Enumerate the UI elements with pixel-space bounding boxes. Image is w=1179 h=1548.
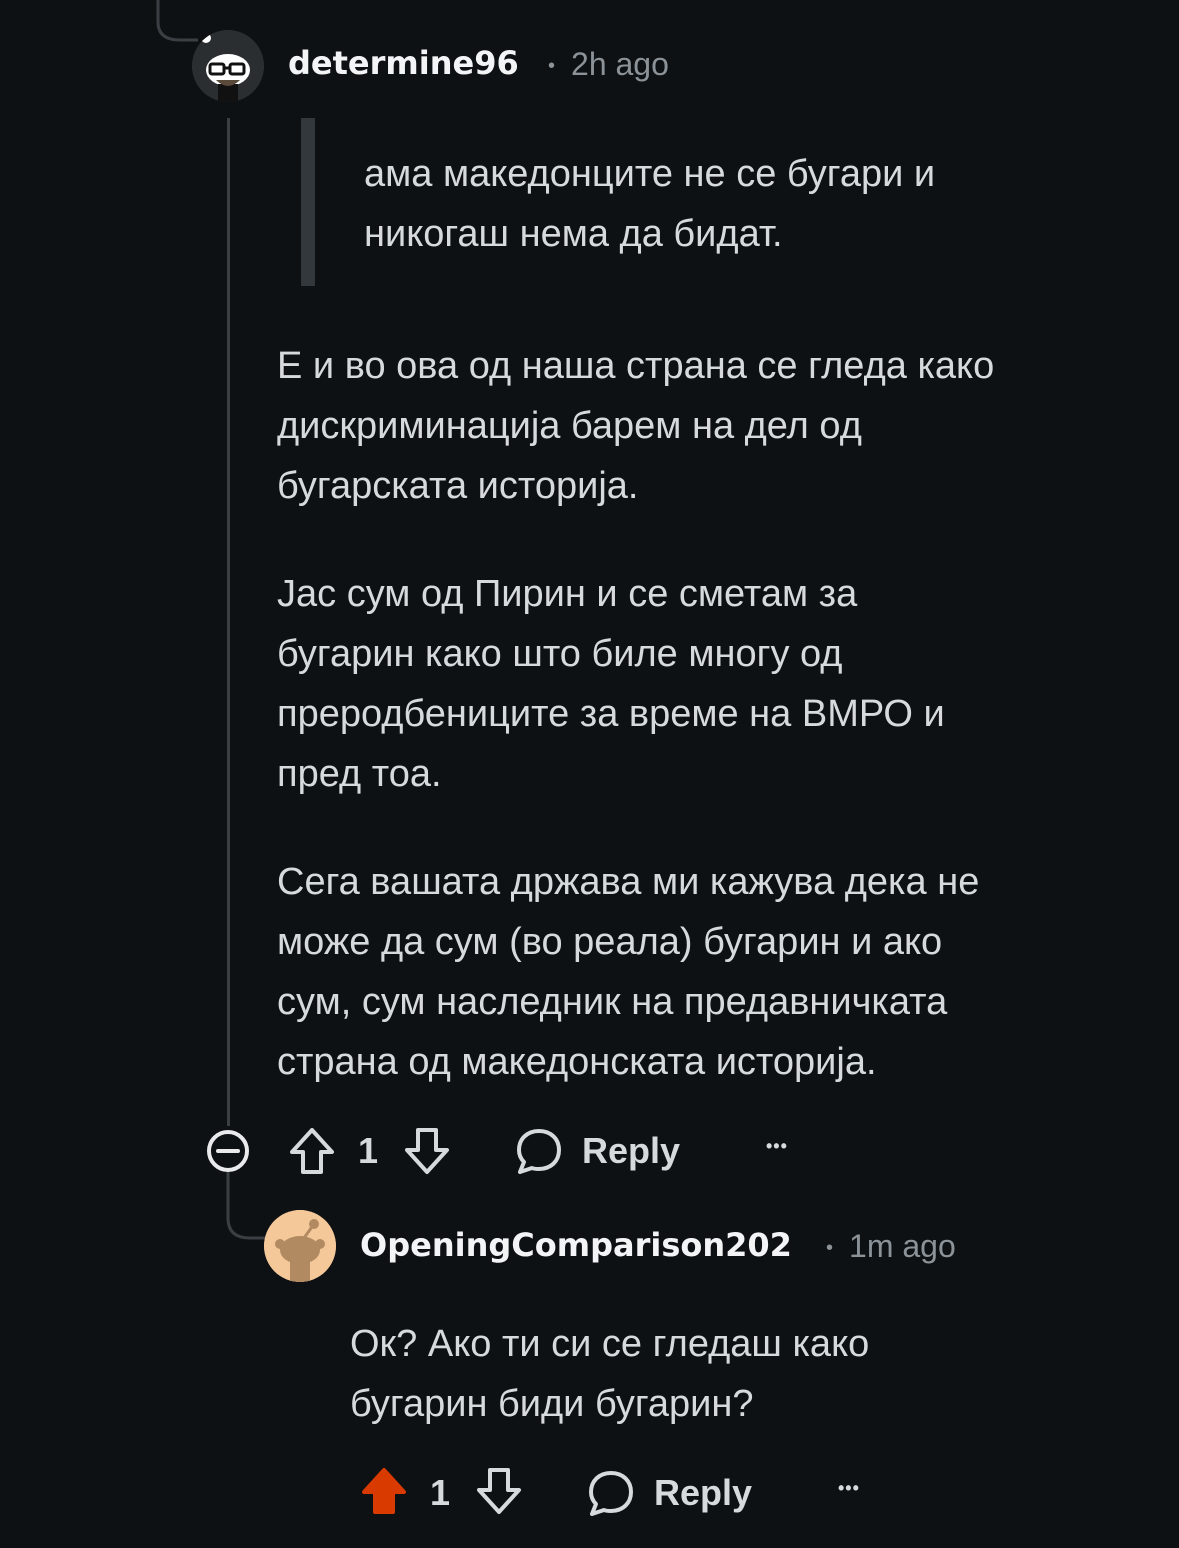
snoo-avatar-icon bbox=[192, 30, 264, 102]
more-options-button[interactable]: ••• bbox=[838, 1478, 860, 1499]
upvote-arrow-filled-icon[interactable] bbox=[360, 1466, 408, 1516]
blockquote-text: ама македонците не се бугари и никогаш н… bbox=[364, 153, 936, 255]
avatar-openingcomparison202[interactable] bbox=[264, 1210, 336, 1282]
downvote-arrow-icon[interactable] bbox=[403, 1126, 451, 1176]
downvote-arrow-icon[interactable] bbox=[475, 1466, 523, 1516]
vote-count: 1 bbox=[358, 1130, 379, 1171]
reply-button[interactable]: Reply bbox=[654, 1472, 752, 1514]
separator-dot: • bbox=[826, 1237, 834, 1260]
thread-line-comment-1[interactable] bbox=[227, 118, 230, 1126]
upvote-arrow-icon[interactable] bbox=[288, 1126, 336, 1176]
blockquote-bar bbox=[301, 118, 315, 286]
separator-dot: • bbox=[548, 55, 556, 78]
avatar-determine96[interactable] bbox=[192, 30, 264, 102]
timestamp: 2h ago bbox=[571, 46, 669, 82]
username[interactable]: OpeningComparison202 bbox=[360, 1226, 792, 1264]
more-options-button[interactable]: ••• bbox=[766, 1136, 788, 1157]
vote-count: 1 bbox=[430, 1472, 451, 1513]
comment-paragraph-1: Ок? Ако ти си се гледаш како бугарин бид… bbox=[350, 1323, 870, 1425]
comment-meta: • 2h ago bbox=[548, 46, 669, 83]
comment-meta: • 1m ago bbox=[826, 1228, 956, 1265]
comment-paragraph-1: Е и во ова од наша страна се гледа како … bbox=[277, 345, 995, 507]
speech-bubble-icon[interactable] bbox=[514, 1126, 564, 1176]
collapse-minus-icon[interactable] bbox=[205, 1128, 251, 1174]
reply-button[interactable]: Reply bbox=[582, 1130, 680, 1172]
snoo-avatar-icon bbox=[264, 1210, 336, 1282]
speech-bubble-icon[interactable] bbox=[586, 1468, 636, 1518]
comment-paragraph-2: Јас сум од Пирин и се сметам за бугарин … bbox=[277, 573, 945, 795]
timestamp: 1m ago bbox=[849, 1228, 956, 1264]
comment-paragraph-3: Сега вашата држава ми кажува дека не мож… bbox=[277, 861, 980, 1083]
username[interactable]: determine96 bbox=[288, 44, 519, 82]
